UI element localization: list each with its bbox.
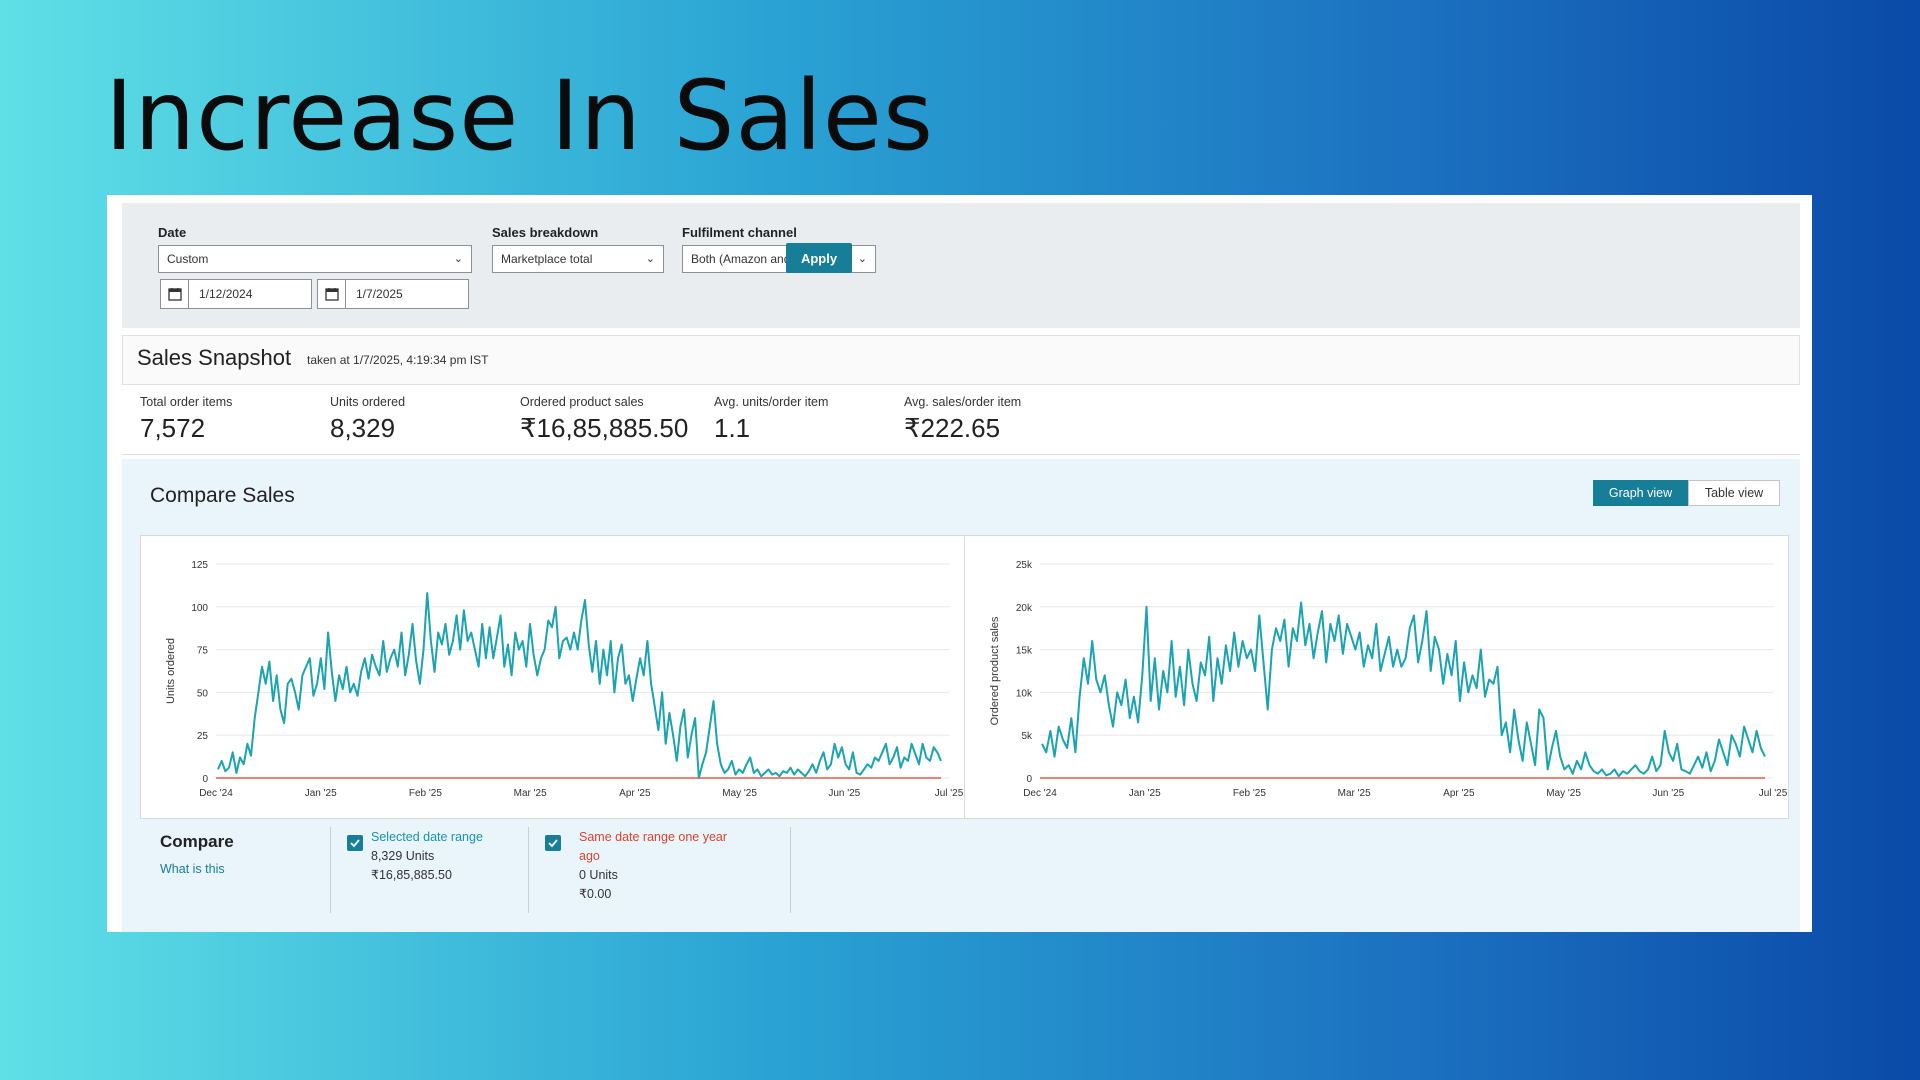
selected-range-checkbox[interactable] (347, 835, 363, 851)
apply-button[interactable]: Apply (786, 243, 852, 273)
y-tick-label: 5k (1021, 731, 1033, 742)
calendar-icon (161, 280, 189, 308)
compare-sales-section: Compare Sales Graph view Table view 0 25 5… (122, 459, 1800, 932)
y-tick-label: 100 (191, 603, 208, 614)
chevron-down-icon: ⌄ (453, 253, 463, 265)
x-tick-label: Jul '25 (935, 788, 964, 799)
sales-snapshot-header: Sales Snapshot taken at 1/7/2025, 4:19:3… (122, 335, 1800, 385)
what-is-this-link[interactable]: What is this (160, 862, 225, 876)
selected-range-header: Selected date range (371, 830, 483, 844)
divider (790, 827, 791, 913)
compare-title: Compare Sales (150, 484, 295, 507)
x-tick-label: Feb '25 (1233, 788, 1266, 799)
y-tick-label: 25 (197, 731, 209, 742)
slide-title: Increase In Sales (105, 60, 934, 172)
check-icon (350, 839, 360, 848)
metric-label: Avg. units/order item (714, 395, 829, 409)
x-tick-label: May '25 (1546, 788, 1581, 799)
snapshot-title: Sales Snapshot (137, 345, 292, 370)
x-tick-label: Jun '25 (828, 788, 860, 799)
divider (528, 827, 529, 913)
product-sales-chart: 0 5k 10k 15k 20k 25k Dec '24 Jan '25 Feb '25 Mar … (964, 535, 1789, 819)
y-tick-label: 15k (1016, 646, 1033, 657)
previous-year-legend: Same date range one year ago 0 Units ₹0.… (579, 828, 727, 904)
units-chart-svg: 0 25 50 75 100 125 Dec '24 Jan '25 Feb '25 Mar '2… (165, 560, 964, 799)
metric-value: 7,572 (140, 413, 206, 443)
x-tick-label: Mar '25 (1338, 788, 1371, 799)
y-tick-label: 50 (197, 688, 209, 699)
y-tick-label: 75 (197, 646, 209, 657)
breakdown-label: Sales breakdown (492, 225, 599, 240)
metric-label: Total order items (140, 395, 233, 409)
date-select-value: Custom (167, 252, 209, 266)
x-tick-label: Apr '25 (619, 788, 651, 799)
selected-range-legend: Selected date range 8,329 Units ₹16,85,8… (371, 828, 483, 885)
channel-label: Fulfilment channel (682, 225, 797, 240)
metric-units-ordered: Units ordered 8,329 (330, 395, 405, 444)
x-tick-label: Dec '24 (1023, 788, 1057, 799)
selected-range-units: 8,329 Units (371, 849, 435, 863)
x-tick-label: Mar '25 (514, 788, 547, 799)
previous-year-header: Same date range one year (579, 830, 728, 844)
series-line-selected-range (1041, 601, 1766, 778)
y-axis-label: Ordered product sales (989, 616, 1001, 725)
y-tick-label: 10k (1016, 688, 1033, 699)
metric-label: Units ordered (330, 395, 406, 409)
metric-label: Avg. sales/order item (904, 395, 1022, 409)
previous-year-units: 0 Units (579, 868, 618, 882)
metric-value: ₹16,85,885.50 (520, 413, 689, 443)
divider (330, 827, 331, 913)
end-date-value: 1/7/2025 (356, 287, 403, 301)
start-date-value: 1/12/2024 (199, 287, 253, 301)
date-select[interactable]: Custom ⌄ (158, 245, 472, 273)
sales-chart-svg: 0 5k 10k 15k 20k 25k Dec '24 Jan '25 Feb '25 Mar … (989, 560, 1788, 799)
date-label: Date (158, 225, 187, 240)
graph-view-button[interactable]: Graph view (1593, 480, 1688, 506)
x-tick-label: Dec '24 (199, 788, 233, 799)
check-icon (548, 839, 558, 848)
chevron-down-icon: ⌄ (857, 253, 867, 265)
previous-year-checkbox[interactable] (545, 835, 561, 851)
chevron-down-icon: ⌄ (645, 253, 655, 265)
previous-year-header-cont: ago (579, 849, 600, 863)
x-tick-label: Jun '25 (1652, 788, 1684, 799)
metrics-row: Total order items 7,572 Units ordered 8,… (122, 387, 1800, 455)
metric-label: Ordered product sales (520, 395, 644, 409)
series-line-selected-range (217, 592, 942, 779)
x-tick-label: Jan '25 (305, 788, 337, 799)
y-axis-label: Units ordered (165, 638, 177, 704)
start-date-field[interactable]: 1/12/2024 (160, 279, 312, 309)
units-ordered-chart: 0 25 50 75 100 125 Dec '24 Jan '25 Feb '25 Mar '2… (140, 535, 965, 819)
y-tick-label: 20k (1016, 603, 1033, 614)
x-tick-label: Feb '25 (409, 788, 442, 799)
y-tick-label: 0 (202, 774, 208, 785)
previous-year-sales: ₹0.00 (579, 887, 612, 901)
breakdown-select[interactable]: Marketplace total ⌄ (492, 245, 664, 273)
metric-avg-sales: Avg. sales/order item ₹222.65 (904, 395, 1021, 444)
x-tick-label: Jul '25 (1759, 788, 1788, 799)
metric-ordered-product-sales: Ordered product sales ₹16,85,885.50 (520, 395, 688, 444)
metric-value: ₹222.65 (904, 413, 1001, 443)
selected-range-sales: ₹16,85,885.50 (371, 868, 452, 882)
y-tick-label: 0 (1026, 774, 1032, 785)
metric-value: 1.1 (714, 413, 751, 443)
end-date-field[interactable]: 1/7/2025 (317, 279, 469, 309)
metric-value: 8,329 (330, 413, 396, 443)
x-tick-label: Apr '25 (1443, 788, 1475, 799)
sales-dashboard: Date Custom ⌄ 1/12/2024 1/7/2025 Sales b… (107, 195, 1812, 932)
y-tick-label: 25k (1016, 560, 1033, 571)
filter-bar: Date Custom ⌄ 1/12/2024 1/7/2025 Sales b… (122, 203, 1800, 328)
table-view-button[interactable]: Table view (1688, 480, 1780, 506)
calendar-icon (318, 280, 346, 308)
x-tick-label: May '25 (722, 788, 757, 799)
metric-avg-units: Avg. units/order item 1.1 (714, 395, 828, 444)
snapshot-timestamp: taken at 1/7/2025, 4:19:34 pm IST (307, 353, 489, 367)
compare-legend-title: Compare (160, 832, 234, 851)
metric-total-order-items: Total order items 7,572 (140, 395, 232, 444)
breakdown-select-value: Marketplace total (501, 252, 593, 266)
x-tick-label: Jan '25 (1129, 788, 1161, 799)
y-tick-label: 125 (191, 560, 208, 571)
